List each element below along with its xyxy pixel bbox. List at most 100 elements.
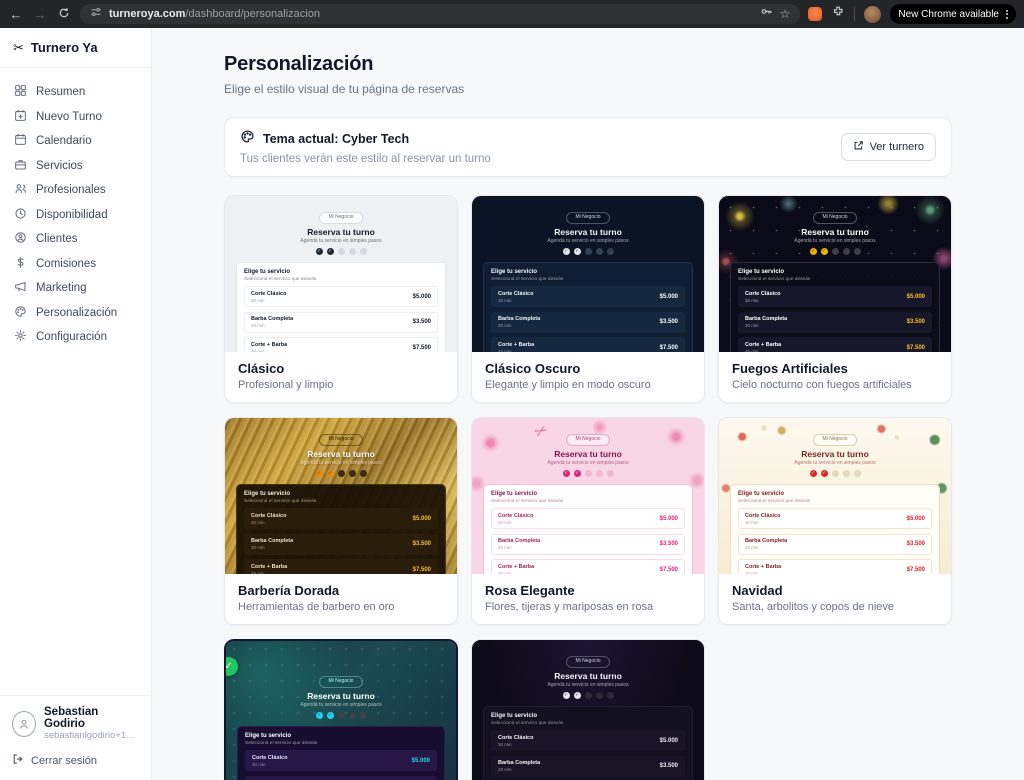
sidebar-item[interactable]: Nuevo Turno (8, 105, 143, 130)
sidebar-item[interactable]: Resumen (8, 80, 143, 105)
banner-title: Tema actual: Cyber Tech (263, 132, 409, 146)
preview-title: Reserva tu turno (719, 449, 951, 459)
service-row: Corte Clásico30 min $5.000 (491, 508, 685, 529)
address-bar[interactable]: turneroya.com/dashboard/personalizacion … (80, 4, 800, 24)
extension-icon[interactable] (808, 7, 822, 21)
service-row: Corte + Barba45 min $7.500 (244, 559, 438, 574)
business-badge: Mi Negocio (319, 676, 362, 689)
user-profile[interactable]: Sebastian Godirio sebastianlgodirio+10@g… (12, 706, 139, 741)
theme-subtitle: Herramientas de barbero en oro (238, 601, 444, 613)
panel-title: Elige tu servicio (244, 269, 438, 275)
panel-title: Elige tu servicio (738, 269, 932, 275)
business-badge: Mi Negocio (319, 212, 362, 225)
preview-title: Reserva tu turno (719, 227, 951, 237)
service-row: Barba Completa20 min $3.500 (491, 534, 685, 555)
page-subtitle: Elige el estilo visual de tu página de r… (224, 82, 952, 96)
back-icon[interactable]: ← (8, 7, 24, 22)
theme-card[interactable]: ✓ Mi Negocio Reserva tu turno Agendá tu … (471, 195, 705, 403)
sidebar-item[interactable]: Personalización (8, 301, 143, 326)
external-link-icon (853, 140, 864, 154)
step-dots (472, 692, 704, 699)
clock-icon (14, 207, 27, 223)
theme-card[interactable]: ✓ Mi Negocio Reserva tu turno Agendá tu … (224, 195, 458, 403)
password-key-icon[interactable] (760, 5, 773, 23)
palette-icon (240, 129, 255, 149)
service-panel: Elige tu servicio Seleccioná el servicio… (730, 484, 940, 574)
sidebar-item[interactable]: Comisiones (8, 252, 143, 277)
service-row: Barba Completa20 min $3.500 (738, 534, 932, 555)
grid-icon (14, 84, 27, 100)
user-avatar-icon (12, 711, 36, 737)
sidebar-item[interactable]: Marketing (8, 276, 143, 301)
theme-preview: ✓ Mi Negocio Reserva tu turno Agendá tu … (719, 196, 951, 352)
sidebar-item-label: Servicios (36, 160, 83, 172)
business-badge: Mi Negocio (566, 656, 609, 669)
browser-menu-icon[interactable] (1006, 10, 1008, 19)
theme-label: Clásico Oscuro Elegante y limpio en modo… (472, 352, 704, 402)
view-booking-page-button[interactable]: Ver turnero (841, 133, 936, 161)
service-row: Barba Completa20 min $3.500 (244, 312, 438, 333)
business-badge: Mi Negocio (813, 434, 856, 447)
preview-subtitle: Agendá tu servicio en simples pasos (472, 682, 704, 688)
theme-preview: ✓ Mi Negocio Reserva tu turno Agendá tu … (472, 196, 704, 352)
service-row: Corte Clásico30 min $5.000 (738, 508, 932, 529)
service-panel: Elige tu servicio Seleccioná el servicio… (237, 726, 445, 780)
preview-subtitle: Agendá tu servicio en simples pasos (225, 460, 457, 466)
site-settings-icon[interactable] (90, 5, 102, 23)
theme-card[interactable]: ✓ Mi Negocio Reserva tu turno Agendá tu … (718, 195, 952, 403)
reload-icon[interactable] (56, 7, 72, 22)
user-email: sebastianlgodirio+10@g... (44, 730, 139, 741)
chrome-update-button[interactable]: New Chrome available (890, 4, 1016, 24)
forward-icon[interactable]: → (32, 7, 48, 22)
step-dots (719, 248, 951, 255)
preview-title: Reserva tu turno (472, 227, 704, 237)
sidebar-item[interactable]: Profesionales (8, 178, 143, 203)
scissors-logo-icon: ✂ (13, 40, 24, 56)
panel-title: Elige tu servicio (491, 491, 685, 497)
theme-label: Navidad Santa, arbolitos y copos de niev… (719, 574, 951, 624)
service-row: Corte Clásico30 min $5.000 (738, 286, 932, 307)
theme-title: Clásico (238, 361, 444, 376)
theme-subtitle: Elegante y limpio en modo oscuro (485, 379, 691, 391)
preview-subtitle: Agendá tu servicio en simples pasos (226, 702, 456, 708)
preview-subtitle: Agendá tu servicio en simples pasos (472, 460, 704, 466)
sidebar-item-label: Clientes (36, 233, 78, 245)
profile-avatar[interactable] (864, 6, 881, 23)
theme-card[interactable]: ✓ Mi Negocio Reserva tu turno Agendá tu … (471, 417, 705, 625)
sidebar-item[interactable]: Configuración (8, 325, 143, 350)
logout-button[interactable]: Cerrar sesión (12, 753, 139, 768)
sidebar-item[interactable]: Calendario (8, 129, 143, 154)
panel-subtitle: Seleccioná el servicio que deseás (491, 721, 685, 726)
panel-subtitle: Seleccioná el servicio que deseás (491, 499, 685, 504)
service-row: Corte + Barba45 min $7.500 (244, 337, 438, 352)
gear-icon (14, 329, 27, 345)
theme-card[interactable]: ✓ Mi Negocio Reserva tu turno Agendá tu … (224, 417, 458, 625)
user-circle-icon (14, 231, 27, 247)
business-badge: Mi Negocio (813, 212, 856, 225)
extensions-puzzle-icon[interactable] (831, 5, 845, 24)
theme-subtitle: Santa, arbolitos y copos de nieve (732, 601, 938, 613)
theme-card[interactable]: ✓ Mi Negocio Reserva tu turno Agendá tu … (718, 417, 952, 625)
service-row: Barba Completa20 min $3.500 (491, 756, 685, 777)
sidebar-item[interactable]: Disponibilidad (8, 203, 143, 228)
theme-card[interactable]: ✓ Mi Negocio Reserva tu turno Agendá tu … (471, 639, 705, 780)
theme-card[interactable]: ✓ Mi Negocio Reserva tu turno Agendá tu … (224, 639, 458, 780)
sidebar-item-label: Profesionales (36, 184, 106, 196)
user-name: Sebastian Godirio (44, 706, 139, 730)
service-row: Corte + Barba45 min $7.500 (491, 559, 685, 574)
service-panel: Elige tu servicio Seleccioná el servicio… (483, 484, 693, 574)
palette-icon (14, 305, 27, 321)
theme-title: Barbería Dorada (238, 583, 444, 598)
calendar-plus-icon (14, 109, 27, 125)
business-badge: Mi Negocio (319, 434, 362, 447)
sidebar-item[interactable]: Servicios (8, 154, 143, 179)
bookmark-star-icon[interactable]: ☆ (780, 7, 791, 21)
brand-name: Turnero Ya (31, 40, 98, 55)
theme-preview: ✓ Mi Negocio Reserva tu turno Agendá tu … (472, 640, 704, 780)
sidebar-item[interactable]: Clientes (8, 227, 143, 252)
service-row: Barba Completa20 min $3.500 (245, 776, 437, 780)
preview-title: Reserva tu turno (225, 449, 457, 459)
step-dots (225, 248, 457, 255)
service-row: Corte + Barba45 min $7.500 (738, 559, 932, 574)
sidebar-item-label: Marketing (36, 282, 87, 294)
